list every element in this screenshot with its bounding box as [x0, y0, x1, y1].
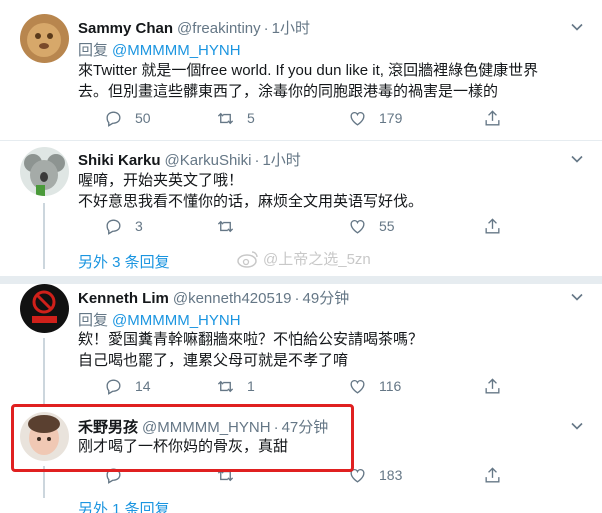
user-handle[interactable]: @freakintiny [177, 20, 261, 37]
mention-link[interactable]: @MMMMM_HYNH [112, 312, 241, 329]
weibo-icon [237, 250, 258, 268]
reply-button[interactable]: 50 [104, 107, 151, 129]
retweet-icon [217, 220, 234, 232]
reply-label: 回复 [78, 312, 109, 329]
tweet-text-line: 去。但別畫這些髒東西了，涂毒你的同胞跟港毒的禍害是一樣的 [78, 83, 499, 100]
more-replies-link[interactable]: 另外 1 条回复 [78, 498, 170, 513]
divider [0, 276, 602, 284]
tweet-text-line: 來Twitter 就是一個free world. If you dun like… [78, 62, 539, 79]
tweet-text: 來Twitter 就是一個free world. If you dun like… [78, 60, 578, 102]
reply-label: 回复 [78, 42, 109, 59]
thread-line [43, 203, 45, 269]
reply-count: 3 [135, 218, 143, 234]
avatar[interactable] [20, 14, 69, 63]
tweet-actions: 3 55 [78, 215, 518, 237]
chevron-down-icon[interactable] [570, 20, 584, 34]
retweet-icon [217, 112, 234, 124]
tweet-kenneth-lim[interactable]: Kenneth Lim @kenneth420519 · 49分钟 回复 @MMMMM_… [0, 284, 602, 406]
display-name[interactable]: Kenneth Lim [78, 290, 169, 307]
share-button[interactable] [483, 375, 514, 397]
display-name[interactable]: Sammy Chan [78, 20, 173, 37]
avatar[interactable] [20, 147, 69, 196]
retweet-button[interactable] [216, 215, 247, 237]
retweet-button[interactable]: 1 [216, 375, 255, 397]
like-count: 55 [379, 218, 395, 234]
watermark: @上帝之选_5zn [237, 248, 371, 269]
thread-line [43, 338, 45, 406]
tweet-text: 喔唷，开始夹英文了哦！ 不好意思我看不懂你的话，麻烦全文用英语写好伐。 [78, 170, 578, 212]
share-button[interactable] [483, 464, 514, 486]
share-icon [485, 217, 500, 234]
reply-icon [106, 110, 121, 127]
user-handle[interactable]: @KarkuShiki [165, 152, 252, 169]
reply-icon [106, 218, 121, 235]
replying-to: 回复 @MMMMM_HYNH [78, 39, 241, 60]
tweet-text-line: 自己喝也罷了，連累父母可就是不孝了唷 [78, 352, 349, 369]
retweet-icon [217, 380, 234, 392]
tweet-text-line: 欸！愛国糞青幹嘛翻牆來啦？不怕給公安請喝茶嗎？ [78, 331, 424, 348]
tweet-actions: 50 5 179 [78, 107, 518, 129]
tweet-sammy-chan[interactable]: Sammy Chan @freakintiny · 1小时 回复 @MMMMM_HYNH… [0, 0, 602, 140]
timestamp[interactable]: 1小时 [262, 152, 300, 169]
avatar[interactable] [20, 284, 69, 333]
share-icon [485, 109, 500, 126]
display-name[interactable]: Shiki Karku [78, 152, 161, 169]
reply-button[interactable]: 14 [104, 375, 151, 397]
share-icon [485, 377, 500, 394]
separator-dot: · [263, 20, 269, 37]
share-button[interactable] [483, 215, 514, 237]
more-replies-link[interactable]: 另外 3 条回复 [78, 251, 170, 272]
replying-to: 回复 @MMMMM_HYNH [78, 309, 241, 330]
like-count: 183 [379, 467, 403, 483]
like-count: 179 [379, 110, 403, 126]
tweet-text-line: 喔唷，开始夹英文了哦！ [78, 172, 244, 189]
reply-icon [106, 378, 121, 395]
like-icon [350, 379, 365, 394]
separator-dot: · [294, 290, 300, 307]
like-button[interactable]: 183 [348, 464, 402, 486]
tweet-text: 欸！愛国糞青幹嘛翻牆來啦？不怕給公安請喝茶嗎？ 自己喝也罷了，連累父母可就是不孝… [78, 329, 578, 371]
watermark-text: @上帝之选_5zn [263, 251, 371, 268]
chevron-down-icon[interactable] [570, 152, 584, 166]
tweet-header: Kenneth Lim @kenneth420519 · 49分钟 [78, 287, 349, 308]
retweet-count: 5 [247, 110, 255, 126]
tweet-header: Shiki Karku @KarkuShiki · 1小时 [78, 149, 301, 170]
chevron-down-icon[interactable] [570, 419, 584, 433]
highlight-box [11, 404, 354, 472]
like-count: 116 [379, 378, 402, 394]
retweet-button[interactable]: 5 [216, 107, 255, 129]
share-icon [485, 466, 500, 483]
reply-count: 50 [135, 110, 151, 126]
like-icon [350, 111, 365, 126]
timestamp[interactable]: 1小时 [272, 20, 310, 37]
retweet-count: 1 [247, 378, 255, 394]
tweet-text-line: 不好意思我看不懂你的话，麻烦全文用英语写好伐。 [78, 193, 424, 210]
share-button[interactable] [483, 107, 514, 129]
like-button[interactable]: 55 [348, 215, 395, 237]
like-button[interactable]: 179 [348, 107, 402, 129]
mention-link[interactable]: @MMMMM_HYNH [112, 42, 241, 59]
user-handle[interactable]: @kenneth420519 [173, 290, 292, 307]
like-icon [350, 219, 365, 234]
reply-button[interactable]: 3 [104, 215, 143, 237]
like-button[interactable]: 116 [348, 375, 401, 397]
separator-dot: · [254, 152, 260, 169]
chevron-down-icon[interactable] [570, 290, 584, 304]
reply-count: 14 [135, 378, 151, 394]
timestamp[interactable]: 49分钟 [303, 290, 350, 307]
tweet-actions: 14 1 116 [78, 375, 518, 397]
tweet-header: Sammy Chan @freakintiny · 1小时 [78, 17, 310, 38]
